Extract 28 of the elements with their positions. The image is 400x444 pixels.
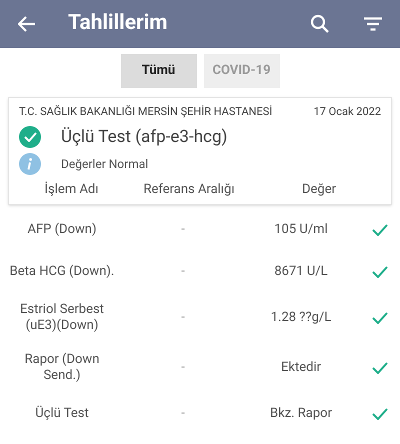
result-value: Bkz. Rapor xyxy=(270,406,332,422)
reference-range: - xyxy=(181,222,185,238)
screen-title: Tahlillerim xyxy=(68,10,168,38)
column-header: Değer xyxy=(300,181,338,199)
filter-tab[interactable]: Tümü xyxy=(120,54,196,88)
back-arrow-icon[interactable] xyxy=(18,16,36,32)
test-item-name: Estriol Serbest (uE3)(Down) xyxy=(19,302,105,334)
column-header: Referans Aralığı xyxy=(142,181,236,199)
result-value: 8671 U/L xyxy=(274,264,328,280)
reference-range: - xyxy=(181,264,185,280)
reference-range: - xyxy=(181,310,185,326)
column-header: İşlem Adı xyxy=(44,180,100,199)
test-item-name: Rapor (Down Send.) xyxy=(24,352,100,384)
result-value: 105 U/ml xyxy=(274,222,328,238)
search-icon[interactable] xyxy=(310,14,330,34)
reference-range: - xyxy=(181,360,185,376)
test-item-name: Beta HCG (Down). xyxy=(10,264,114,280)
test-item-name: AFP (Down) xyxy=(28,222,96,238)
test-name: Üçlü Test (afp-e3-hcg) xyxy=(61,126,228,148)
reference-range: - xyxy=(181,406,185,422)
info-icon xyxy=(19,153,41,175)
filter-icon[interactable] xyxy=(364,17,382,31)
date-text: 17 Ocak 2022 xyxy=(314,104,381,120)
test-item-name: Üçlü Test xyxy=(35,406,89,422)
result-value: Ektedir xyxy=(280,360,322,376)
result-value: 1.28 ??g/L xyxy=(270,310,332,326)
info-text: Değerler Normal xyxy=(61,156,148,173)
hospital-name: T.C. SAĞLIK BAKANLIĞI MERSİN ŞEHİR HASTANESİ xyxy=(19,104,272,120)
